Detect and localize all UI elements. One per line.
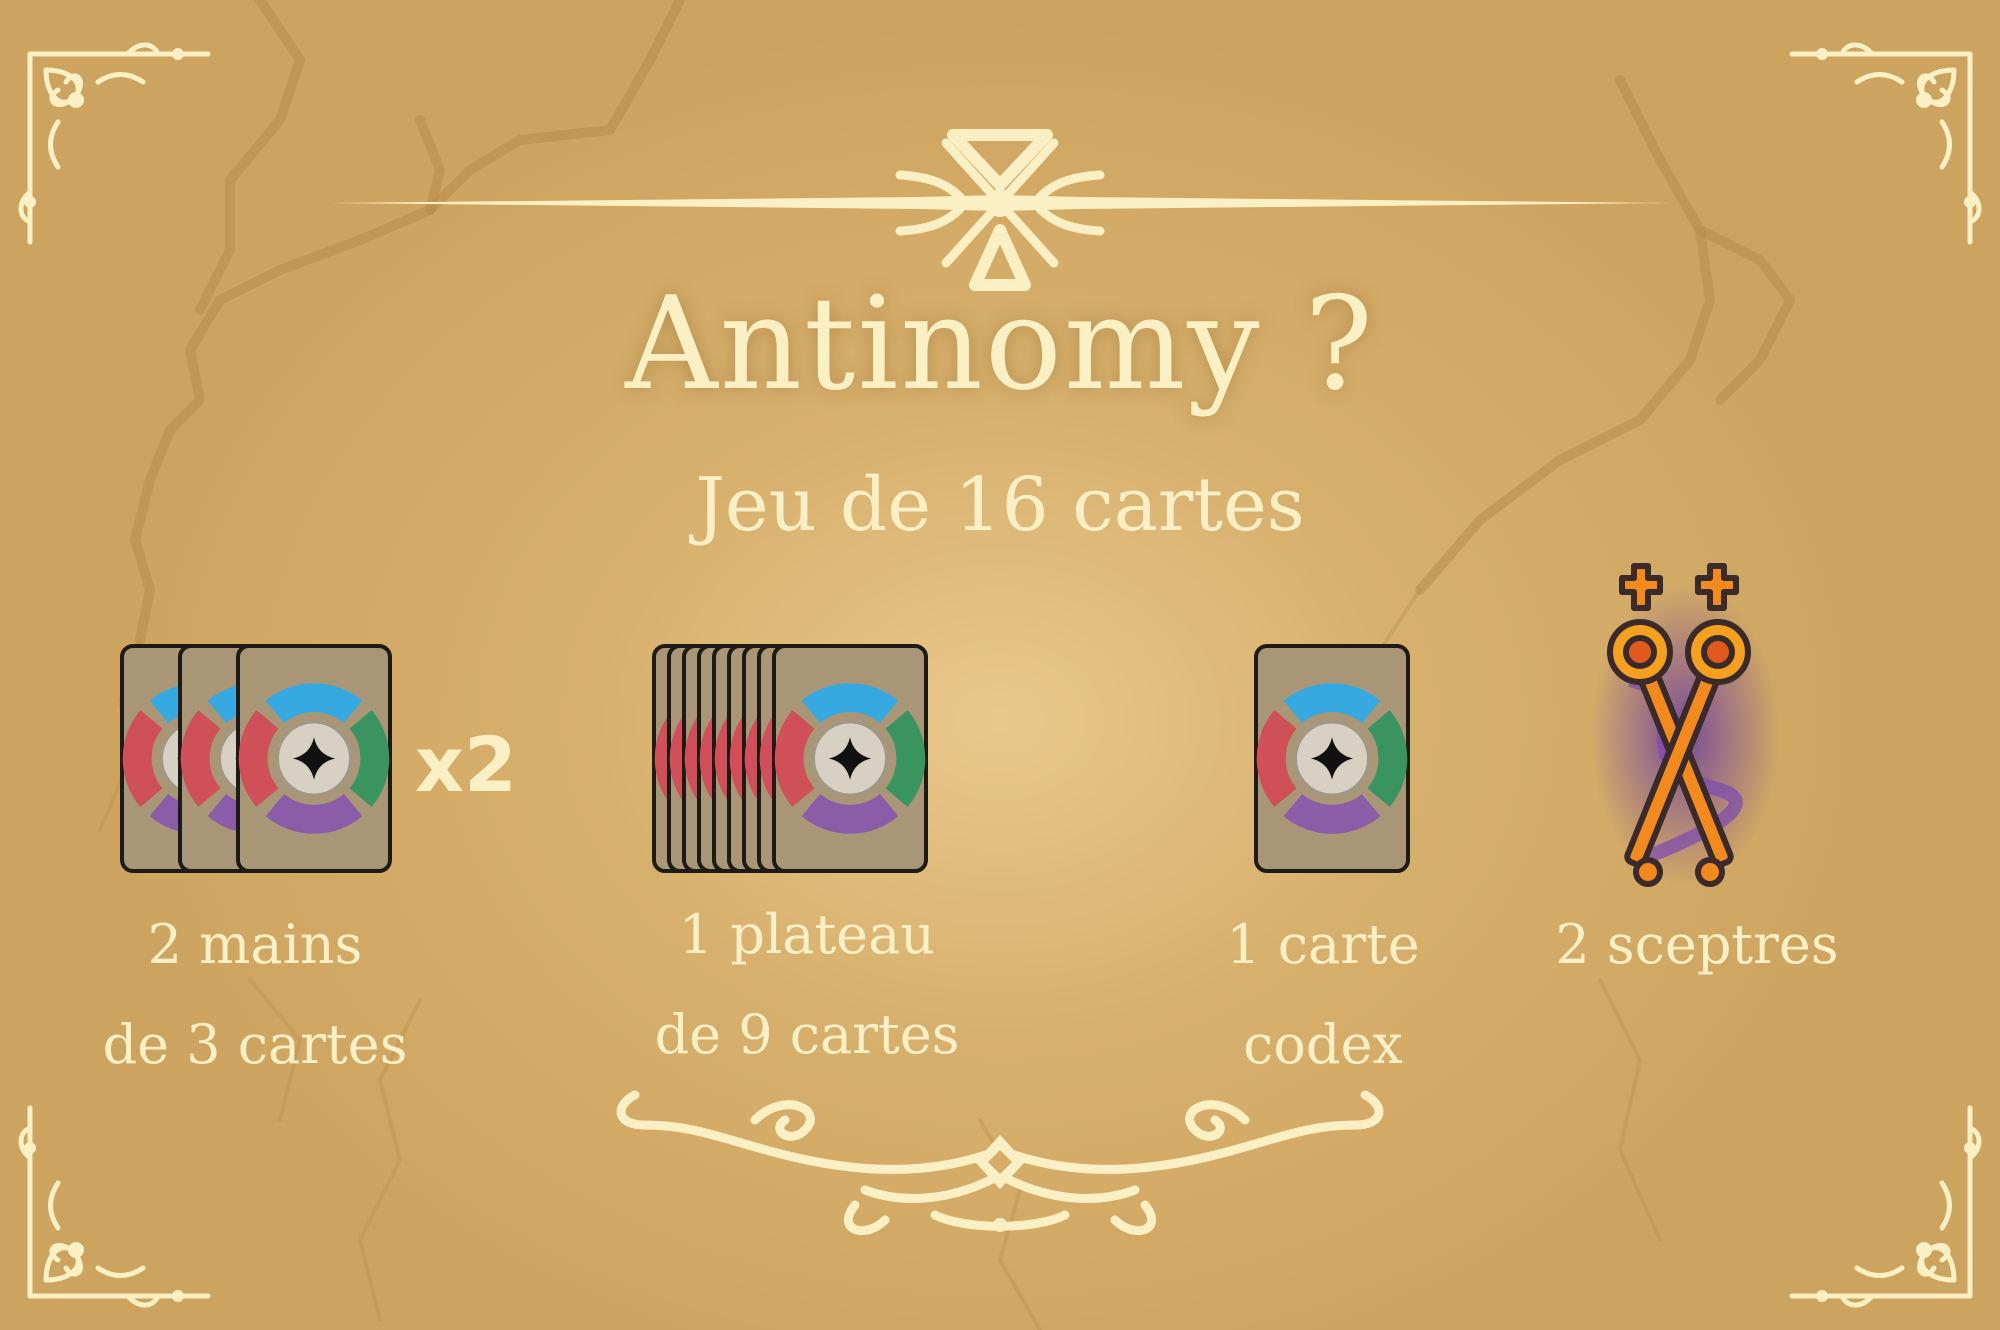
caption-codex: 1 carte codex	[1113, 895, 1533, 1095]
cover-page: Antinomy ? Jeu de 16 cartes x2 2 mains d…	[0, 0, 2000, 1330]
top-divider-ornament	[330, 129, 1670, 291]
caption-hands-line2: de 3 cartes	[102, 1013, 408, 1076]
corner-ornament-bottom-right	[1789, 1105, 1982, 1308]
board-cards-illustration	[652, 644, 928, 873]
card-back-icon	[236, 644, 392, 873]
codex-card-illustration	[1254, 644, 1410, 873]
corner-ornament-bottom-left	[18, 1105, 211, 1308]
caption-board-line1: 1 plateau	[678, 903, 936, 966]
hand-multiplier: x2	[415, 720, 517, 809]
caption-codex-line1: 1 carte	[1226, 913, 1420, 976]
hand-cards-illustration	[120, 644, 392, 873]
caption-board: 1 plateau de 9 cartes	[597, 885, 1017, 1085]
page-title: Antinomy ?	[625, 270, 1375, 419]
card-back-icon	[772, 644, 928, 873]
corner-ornament-top-right	[1789, 42, 1982, 245]
crossed-scepters-icon	[1590, 563, 1780, 887]
corner-ornament-top-left	[18, 42, 211, 245]
caption-hands-line1: 2 mains	[147, 913, 363, 976]
card-back-icon	[1254, 644, 1410, 873]
page-subtitle: Jeu de 16 cartes	[695, 462, 1305, 548]
caption-scepters: 2 sceptres	[1487, 895, 1907, 995]
caption-board-line2: de 9 cartes	[654, 1003, 960, 1066]
bottom-flourish-ornament	[616, 1090, 1384, 1236]
caption-hands: 2 mains de 3 cartes	[45, 895, 465, 1095]
caption-scepters-line1: 2 sceptres	[1555, 913, 1839, 976]
